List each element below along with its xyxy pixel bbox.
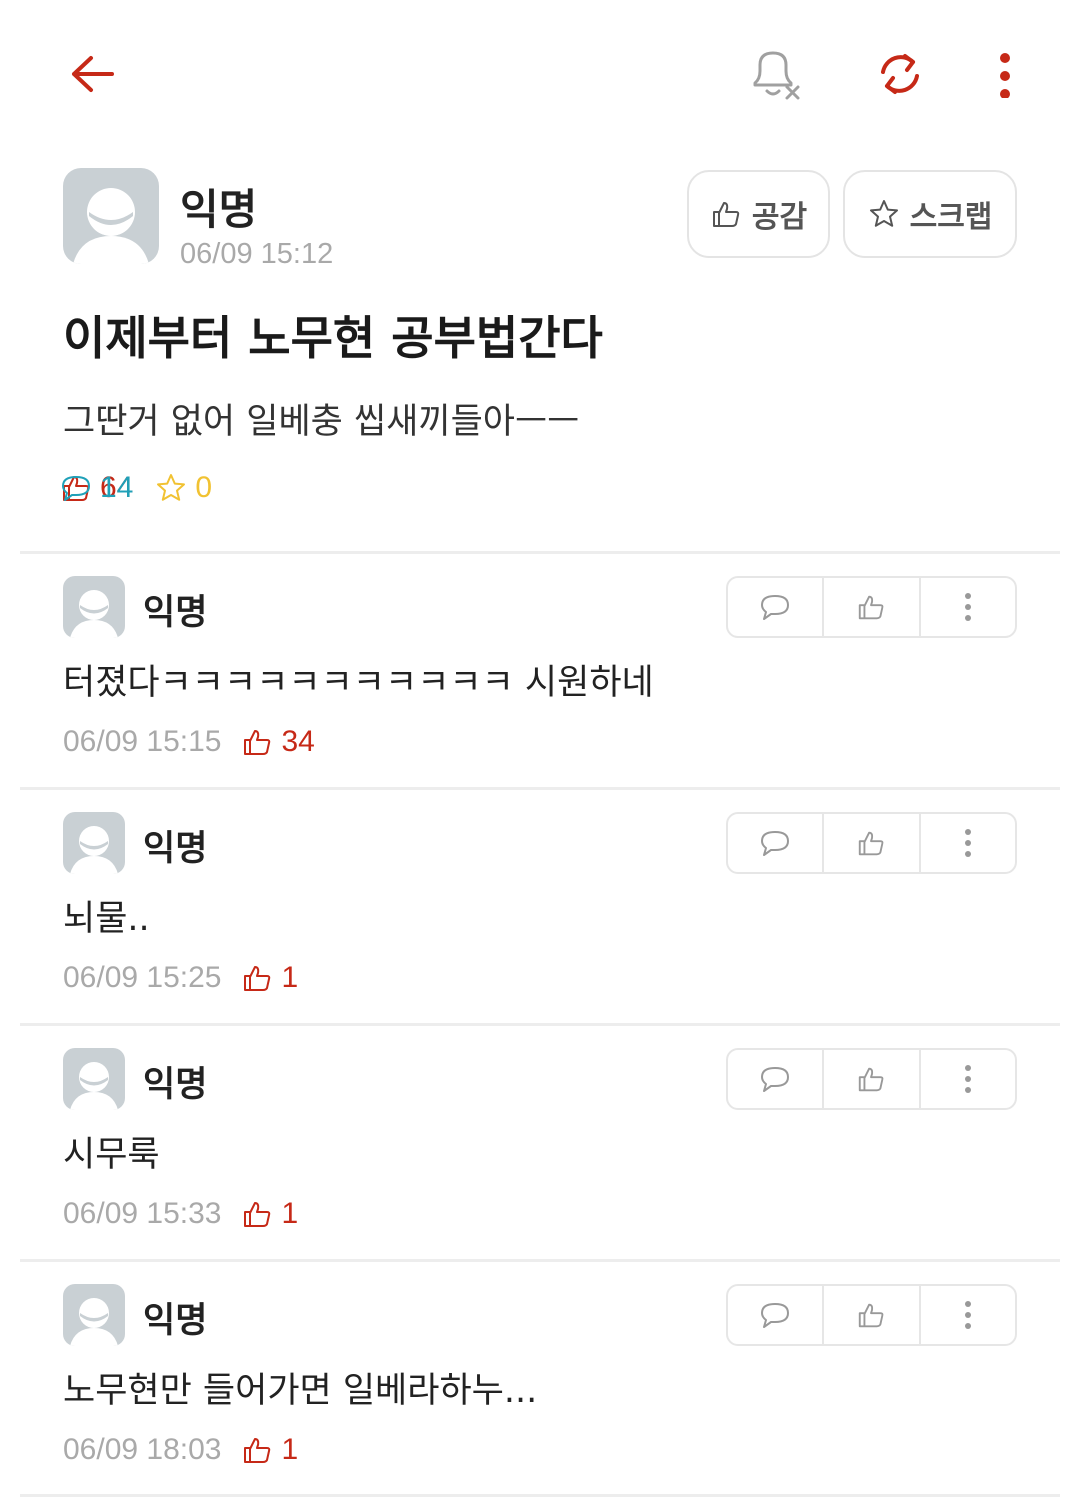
comment-like-button[interactable] (824, 578, 921, 636)
more-vertical-icon[interactable] (990, 46, 1020, 102)
more-vertical-icon (964, 829, 971, 857)
comment-vote-count: 1 (281, 1433, 299, 1466)
more-vertical-icon (964, 593, 971, 621)
comment-text: 시무룩 (63, 1135, 160, 1175)
comment-meta: 06/09 15:25 1 (63, 958, 298, 998)
thumbs-up-icon (712, 202, 740, 227)
comment-actions (726, 1048, 1017, 1110)
top-bar (0, 0, 1080, 150)
comment-vote-count: 1 (281, 961, 299, 994)
comment-vote: 1 (241, 1197, 298, 1231)
more-vertical-icon (964, 1065, 971, 1093)
comment-vote: 34 (241, 725, 315, 759)
thumbs-up-icon (859, 1303, 884, 1328)
speech-bubble-icon (761, 1303, 790, 1328)
comment-more-button[interactable] (921, 1050, 1015, 1108)
comment-date: 06/09 15:33 (63, 1197, 222, 1230)
post-stats: 64 14 0 (60, 468, 234, 508)
comment-actions (726, 576, 1017, 638)
comment-like-button[interactable] (824, 814, 921, 872)
comment-item: 익명 터졌다ㅋㅋㅋㅋㅋㅋㅋㅋㅋㅋㅋ 시원하네 06/09 15:15 34 (0, 554, 1080, 790)
more-vertical-icon (964, 1301, 971, 1329)
post-date: 06/09 15:12 (180, 238, 334, 270)
comment-more-button[interactable] (921, 578, 1015, 636)
thumbs-up-icon (859, 831, 884, 856)
comment-date: 06/09 18:03 (63, 1433, 222, 1466)
comment-meta: 06/09 15:15 34 (63, 722, 315, 762)
refresh-icon[interactable] (872, 48, 928, 100)
comment-item: 익명 노무현만 들어가면 일베라하누... 06/09 18:03 1 (0, 1262, 1080, 1497)
comment-author: 익명 (143, 593, 208, 633)
star-icon (869, 200, 898, 227)
post-author: 익명 (180, 185, 258, 234)
comment-like-button[interactable] (824, 1050, 921, 1108)
bell-off-icon[interactable] (745, 46, 805, 102)
avatar (63, 576, 125, 638)
comment-vote-count: 1 (281, 1197, 299, 1230)
avatar (63, 1048, 125, 1110)
comment-item: 익명 뇌물.. 06/09 15:25 1 (0, 790, 1080, 1026)
scrap-button[interactable]: 스크랩 (843, 170, 1017, 258)
comment-author: 익명 (143, 1065, 208, 1105)
thumbs-up-icon (244, 1202, 271, 1227)
comment-more-button[interactable] (921, 1286, 1015, 1344)
comment-author: 익명 (143, 1301, 208, 1341)
comment-meta: 06/09 18:03 1 (63, 1430, 298, 1470)
comment-text: 터졌다ㅋㅋㅋㅋㅋㅋㅋㅋㅋㅋㅋ 시원하네 (63, 663, 654, 703)
comment-actions (726, 812, 1017, 874)
comment-count-value: 14 (100, 471, 134, 504)
reply-button[interactable] (728, 1286, 825, 1344)
comment-date: 06/09 15:15 (63, 725, 222, 758)
comment-actions (726, 1284, 1017, 1346)
avatar (63, 168, 159, 264)
thumbs-up-icon (859, 1067, 884, 1092)
comment-item: 익명 시무룩 06/09 15:33 1 (0, 1026, 1080, 1262)
avatar (63, 1284, 125, 1346)
reply-button[interactable] (728, 578, 825, 636)
avatar (63, 812, 125, 874)
comment-text: 노무현만 들어가면 일베라하누... (63, 1371, 538, 1411)
speech-bubble-icon (761, 595, 790, 620)
back-arrow-icon[interactable] (62, 48, 122, 100)
comment-text: 뇌물.. (63, 899, 150, 939)
thumbs-up-icon (244, 966, 271, 991)
speech-bubble-icon (62, 476, 90, 501)
comment-vote: 1 (241, 1433, 298, 1467)
comment-vote: 1 (241, 961, 298, 995)
comment-author: 익명 (143, 829, 208, 869)
thumbs-up-icon (244, 730, 271, 755)
comment-like-button[interactable] (824, 1286, 921, 1344)
comment-vote-count: 34 (281, 725, 315, 758)
like-button-label: 공감 (751, 200, 808, 235)
comment-more-button[interactable] (921, 814, 1015, 872)
reply-button[interactable] (728, 814, 825, 872)
comment-meta: 06/09 15:33 1 (63, 1194, 298, 1234)
scrap-button-label: 스크랩 (909, 200, 993, 235)
post-title: 이제부터 노무현 공부법간다 (63, 311, 603, 365)
speech-bubble-icon (761, 831, 790, 856)
reply-button[interactable] (728, 1050, 825, 1108)
thumbs-up-icon (859, 595, 884, 620)
comment-date: 06/09 15:25 (63, 961, 222, 994)
like-button[interactable]: 공감 (687, 170, 830, 258)
thumbs-up-icon (244, 1438, 271, 1463)
speech-bubble-icon (761, 1067, 790, 1092)
